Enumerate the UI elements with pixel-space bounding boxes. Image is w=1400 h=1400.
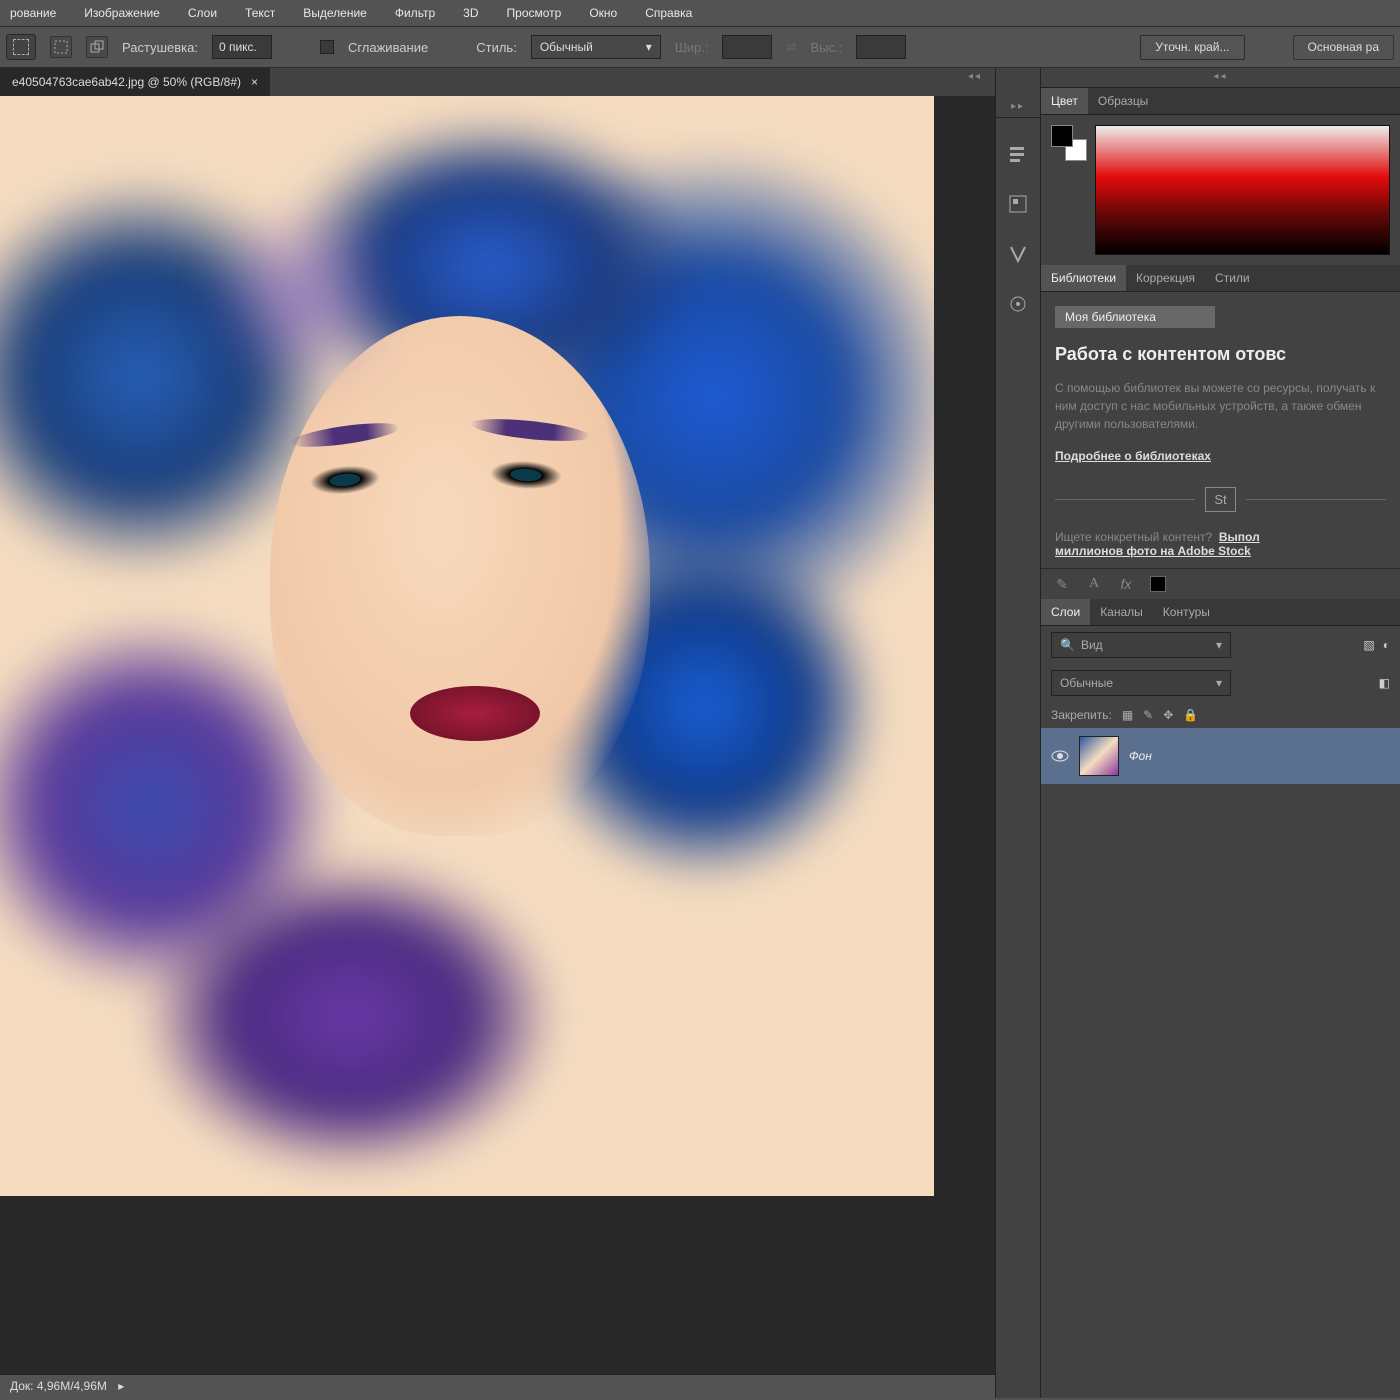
tab-paths[interactable]: Контуры: [1153, 599, 1220, 625]
tab-layers[interactable]: Слои: [1041, 599, 1090, 625]
color-tabs: Цвет Образцы: [1041, 88, 1400, 115]
menu-window[interactable]: Окно: [589, 6, 617, 20]
learn-more-link[interactable]: Подробнее о библиотеках: [1055, 449, 1211, 463]
lock-paint-icon[interactable]: ✎: [1143, 708, 1153, 722]
layer-row-background[interactable]: Фон: [1041, 728, 1400, 784]
close-tab-icon[interactable]: ×: [251, 75, 258, 89]
filter-adjust-icon[interactable]: ◐: [1383, 638, 1390, 652]
document-tab[interactable]: e40504763cae6ab42.jpg @ 50% (RGB/8#) ×: [0, 68, 270, 96]
adobe-stock-badge: St: [1205, 487, 1235, 512]
libraries-heading: Работа с контентом отовс: [1055, 344, 1386, 365]
stock-search-link[interactable]: Выпол: [1219, 530, 1260, 544]
document-tab-title: e40504763cae6ab42.jpg @ 50% (RGB/8#): [12, 75, 241, 89]
tab-color[interactable]: Цвет: [1041, 88, 1088, 114]
right-panel-dock: ◂◂ Цвет Образцы Библиотеки Коррекция Сти…: [1040, 68, 1400, 1398]
tab-overflow-icon[interactable]: ◂◂: [955, 68, 995, 88]
menu-3d[interactable]: 3D: [463, 6, 478, 20]
search-icon: 🔍: [1060, 638, 1075, 652]
menu-help[interactable]: Справка: [645, 6, 692, 20]
tab-adjustments[interactable]: Коррекция: [1126, 265, 1205, 291]
menu-view[interactable]: Просмотр: [507, 6, 562, 20]
color-field[interactable]: [1095, 125, 1390, 255]
doc-size-status: Док: 4,96M/4,96M: [10, 1379, 107, 1393]
menu-filter[interactable]: Фильтр: [395, 6, 435, 20]
options-bar: Растушевка: Сглаживание Стиль: Обычный▾ …: [0, 26, 1400, 68]
libraries-tabs: Библиотеки Коррекция Стили: [1041, 265, 1400, 292]
layer-thumbnail[interactable]: [1079, 736, 1119, 776]
brush-icon[interactable]: ✎: [1051, 575, 1073, 593]
refine-edge-button[interactable]: Уточн. край...: [1140, 35, 1244, 60]
style-label: Стиль:: [476, 40, 517, 55]
main-menu-bar: рование Изображение Слои Текст Выделение…: [0, 0, 1400, 26]
canvas-area: e40504763cae6ab42.jpg @ 50% (RGB/8#) × ◂…: [0, 68, 995, 1398]
layers-tabs: Слои Каналы Контуры: [1041, 599, 1400, 626]
layers-panel: 🔍 Вид ▾ ▧ ◐ Обычные▾ ◧ Закрепить: ▦ ✎ ✥: [1041, 626, 1400, 1398]
width-label: Шир.:: [675, 40, 709, 55]
menu-select[interactable]: Выделение: [303, 6, 367, 20]
workspace-button[interactable]: Основная ра: [1293, 35, 1395, 60]
library-dropdown[interactable]: Моя библиотека: [1055, 306, 1215, 328]
tab-styles[interactable]: Стили: [1205, 265, 1260, 291]
panel-collapse-icon[interactable]: ◂◂: [1041, 68, 1400, 88]
tab-channels[interactable]: Каналы: [1090, 599, 1153, 625]
tab-swatches[interactable]: Образцы: [1088, 88, 1158, 114]
fx-icon[interactable]: fx: [1115, 575, 1137, 593]
fill-color-icon[interactable]: [1147, 575, 1169, 593]
stock-photos-link[interactable]: миллионов фото на Adobe Stock: [1055, 544, 1251, 558]
lock-label: Закрепить:: [1051, 708, 1112, 722]
character-panel-icon[interactable]: [1004, 240, 1032, 268]
antialias-checkbox[interactable]: [320, 40, 334, 54]
height-input: [856, 35, 906, 59]
menu-layers[interactable]: Слои: [188, 6, 217, 20]
add-selection-icon[interactable]: [86, 36, 108, 58]
layer-option-icons: ✎ A fx: [1041, 568, 1400, 599]
visibility-toggle-icon[interactable]: [1051, 749, 1069, 763]
layer-name[interactable]: Фон: [1129, 749, 1152, 763]
canvas[interactable]: [0, 96, 995, 1374]
artwork-image: [0, 96, 934, 1196]
new-selection-icon[interactable]: [50, 36, 72, 58]
type-icon[interactable]: A: [1083, 575, 1105, 593]
tab-libraries[interactable]: Библиотеки: [1041, 265, 1126, 291]
swap-dimensions-icon[interactable]: ⇄: [786, 40, 796, 54]
stock-question: Ищете конкретный контент?: [1055, 530, 1212, 544]
lock-position-icon[interactable]: ✥: [1163, 708, 1173, 722]
lock-pixels-icon[interactable]: ▦: [1122, 708, 1133, 722]
blend-mode-dropdown[interactable]: Обычные▾: [1051, 670, 1231, 696]
color-panel: [1041, 115, 1400, 265]
document-tab-bar: e40504763cae6ab42.jpg @ 50% (RGB/8#) × ◂…: [0, 68, 995, 96]
feather-input[interactable]: [212, 35, 272, 59]
properties-panel-icon[interactable]: [1004, 190, 1032, 218]
lock-row: Закрепить: ▦ ✎ ✥ 🔒: [1041, 702, 1400, 728]
dock-collapse-icon[interactable]: ▸▸: [996, 98, 1040, 118]
antialias-label: Сглаживание: [348, 40, 428, 55]
status-bar: Док: 4,96M/4,96M ▸: [0, 1374, 995, 1398]
history-panel-icon[interactable]: [1004, 140, 1032, 168]
navigator-panel-icon[interactable]: [1004, 290, 1032, 318]
tool-preset-picker[interactable]: [6, 34, 36, 60]
filter-image-icon[interactable]: ▧: [1363, 638, 1374, 652]
foreground-background-swatch[interactable]: [1051, 125, 1087, 161]
opacity-icon[interactable]: ◧: [1379, 676, 1390, 690]
lock-all-icon[interactable]: 🔒: [1183, 708, 1198, 722]
menu-edit[interactable]: рование: [10, 6, 56, 20]
libraries-panel: Моя библиотека Работа с контентом отовс …: [1041, 292, 1400, 568]
libraries-description: С помощью библиотек вы можете со ресурсы…: [1055, 379, 1386, 433]
feather-label: Растушевка:: [122, 40, 198, 55]
style-dropdown[interactable]: Обычный▾: [531, 35, 661, 59]
height-label: Выс.:: [811, 40, 843, 55]
menu-image[interactable]: Изображение: [84, 6, 160, 20]
width-input: [722, 35, 772, 59]
layer-filter-dropdown[interactable]: 🔍 Вид ▾: [1051, 632, 1231, 658]
menu-text[interactable]: Текст: [245, 6, 275, 20]
status-flyout-icon[interactable]: ▸: [118, 1379, 124, 1393]
collapsed-panel-dock: ▸▸: [995, 68, 1040, 1398]
foreground-color-swatch[interactable]: [1051, 125, 1073, 147]
